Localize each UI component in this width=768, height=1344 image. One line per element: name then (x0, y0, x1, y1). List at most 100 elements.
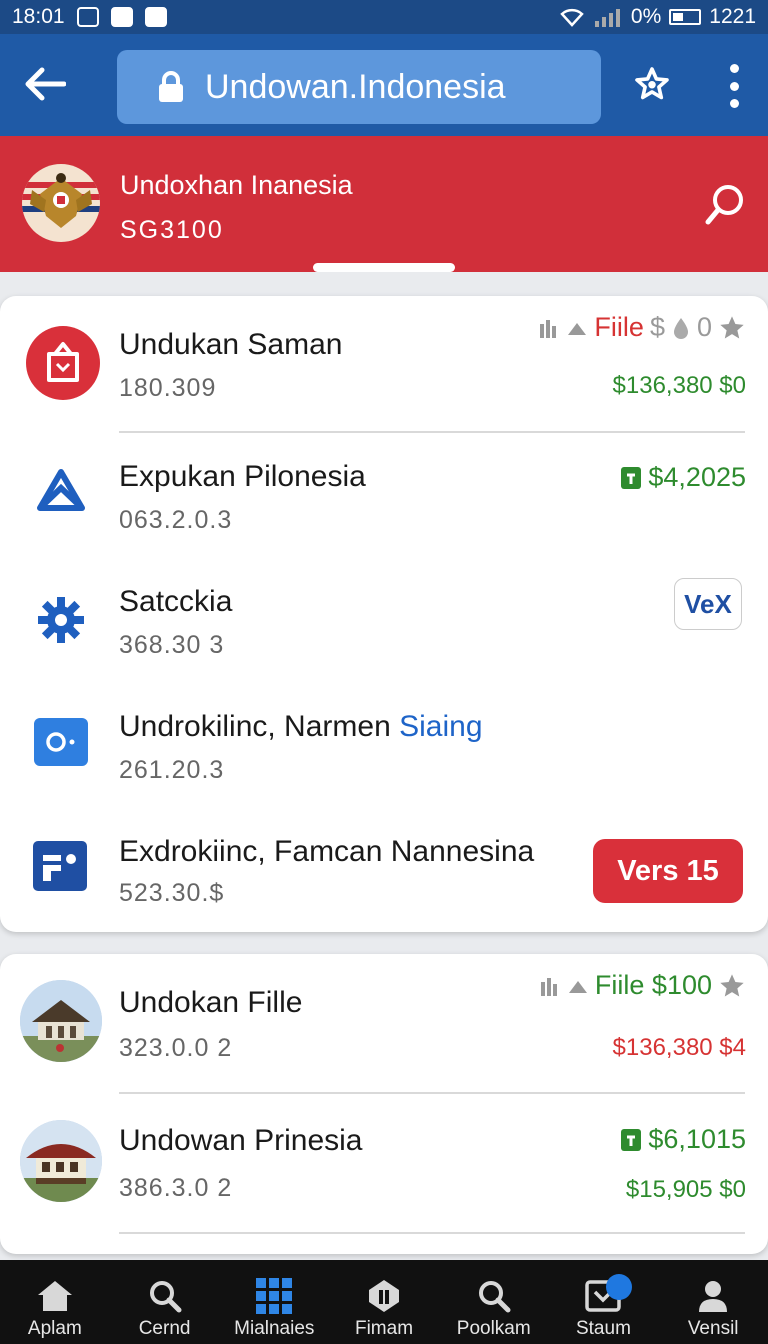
item-meta: Fiile $ 0 (538, 312, 746, 343)
nav-item-fimam[interactable]: Fimam (329, 1260, 439, 1344)
star-icon[interactable] (718, 972, 746, 1000)
bookmark-button[interactable] (630, 60, 674, 108)
upload-icon (568, 980, 587, 993)
item-amount: $136,380 $0 (612, 372, 746, 399)
nav-label: Vensil (687, 1318, 739, 1339)
nav-item-aplam[interactable]: Aplam (0, 1260, 110, 1344)
star-icon[interactable] (718, 314, 746, 342)
item-title: Exdrokiinc, Famcan Nannesina (119, 835, 535, 868)
price-label: $ (649, 312, 665, 342)
item-subtitle: 063.2.0.3 (119, 506, 233, 534)
divider (119, 431, 745, 433)
item-amount: $15,905 $0 (625, 1176, 746, 1203)
file-label: Fiile $100 (594, 970, 712, 1000)
upload-icon (568, 322, 587, 335)
item-amount: $136,380 $4 (612, 1034, 746, 1061)
url-bar[interactable]: Undowan.Indonesia (117, 50, 601, 124)
status-time: 18:01 (12, 5, 65, 28)
nav-label: Aplam (27, 1318, 82, 1339)
browser-toolbar: Undowan.Indonesia (0, 34, 768, 136)
list-item[interactable]: Exdrokiinc, Famcan Nannesina 523.30.$ Ve… (0, 811, 768, 932)
back-button[interactable] (20, 56, 70, 112)
nav-label: Fimam (354, 1318, 414, 1339)
list-item[interactable]: Undokan Fille 323.0.0 2 Fiile $100 $136,… (0, 954, 768, 1094)
vex-button[interactable]: VeX (674, 578, 742, 630)
item-subtitle: 261.20.3 (119, 756, 225, 784)
house-photo-icon (20, 980, 102, 1062)
nav-label: Mialnaies (234, 1318, 315, 1339)
pull-handle[interactable] (313, 263, 455, 272)
nav-item-cernd[interactable]: Cernd (110, 1260, 220, 1344)
header-title: Undoxhan Inanesia (120, 170, 353, 200)
item-title: Undrokilinc, Narmen Siaing (119, 710, 483, 744)
battery-icon (669, 9, 702, 25)
card-icon (33, 841, 87, 896)
status-clock: 1221 (709, 5, 756, 28)
nav-label: Poolkam (456, 1318, 531, 1339)
nav-item-poolkam[interactable]: Poolkam (439, 1260, 549, 1344)
version-button[interactable]: Vers 15 (593, 839, 743, 903)
place-list-card: Undokan Fille 323.0.0 2 Fiile $100 $136,… (0, 954, 768, 1254)
shield-icon (367, 1276, 401, 1316)
divider (119, 1232, 745, 1234)
status-bar: 18:01 0% 1221 (0, 0, 768, 34)
item-subtitle: 368.30 3 (119, 631, 225, 659)
home-icon (36, 1276, 74, 1316)
item-amount: $4,2025 (648, 462, 746, 492)
garuda-emblem-icon (22, 164, 100, 242)
gear-icon (36, 595, 86, 650)
list-item[interactable]: Expukan Pilonesia 063.2.0.3 $4,2025 (0, 436, 768, 561)
triangle-logo-icon (36, 468, 86, 517)
item-title: Expukan Pilonesia (119, 460, 366, 493)
item-subtitle: 180.309 (119, 374, 217, 402)
price-tag-icon (621, 1128, 642, 1151)
nav-label: Cernd (138, 1318, 191, 1339)
file-label: Fiile (594, 312, 644, 342)
bottom-navigation: Aplam Cernd Mialnaies Fimam Poolkam Stau… (0, 1260, 768, 1344)
overflow-menu-button[interactable] (720, 64, 748, 108)
menu-dot-icon (729, 81, 739, 91)
battery-percent: 0% (630, 5, 662, 28)
item-title: Undukan Saman (119, 328, 343, 361)
lock-icon (157, 70, 185, 104)
item-amount-top-wrap: $6,1015 (620, 1124, 746, 1155)
app-list-card: Undukan Saman 180.309 Fiile $ 0 $136,380… (0, 296, 768, 932)
camera-icon (34, 718, 88, 771)
drop-icon (673, 317, 688, 339)
menu-dot-icon (729, 99, 739, 108)
thumbs-up-icon (540, 977, 557, 996)
like-count: 0 (696, 312, 712, 342)
header-subtitle: SG3100 (120, 216, 224, 244)
nav-item-vensil[interactable]: Vensil (658, 1260, 768, 1344)
list-item[interactable]: Satcckia 368.30 3 VeX (0, 561, 768, 686)
item-title: Undokan Fille (119, 986, 303, 1019)
list-item[interactable]: Undowan Prinesia 386.3.0 2 $6,1015 $15,9… (0, 1094, 768, 1234)
item-title: Undowan Prinesia (119, 1124, 363, 1157)
thumbs-up-icon (540, 319, 557, 338)
nav-item-mialnaies[interactable]: Mialnaies (219, 1260, 329, 1344)
user-icon (696, 1276, 730, 1316)
item-subtitle: 323.0.0 2 (119, 1034, 233, 1062)
notification-icon (76, 7, 99, 27)
item-title: Satcckia (119, 585, 233, 618)
search-icon (477, 1276, 511, 1316)
item-meta: Fiile $100 (539, 970, 746, 1001)
search-icon (705, 185, 743, 225)
item-title-text: Undrokilinc, Narmen (119, 710, 391, 743)
signal-icon (594, 9, 620, 27)
wifi-icon (560, 9, 584, 27)
star-icon (635, 67, 669, 100)
header-search-button[interactable] (700, 180, 752, 232)
url-text: Undowan.Indonesia (205, 67, 506, 106)
traditional-house-photo-icon (20, 1120, 102, 1202)
shopping-bag-icon (26, 326, 100, 405)
item-subtitle: 523.30.$ (119, 879, 225, 907)
item-amount-top: $6,1015 (648, 1124, 746, 1154)
nav-label: Staum (575, 1318, 631, 1339)
list-item[interactable]: Undrokilinc, Narmen Siaing 261.20.3 (0, 686, 768, 811)
nav-item-staum[interactable]: Staum (549, 1260, 659, 1344)
price-tag-icon (621, 466, 642, 489)
list-item[interactable]: Undukan Saman 180.309 Fiile $ 0 $136,380… (0, 296, 768, 436)
grid-icon (256, 1276, 293, 1316)
notification-badge (605, 1274, 632, 1300)
